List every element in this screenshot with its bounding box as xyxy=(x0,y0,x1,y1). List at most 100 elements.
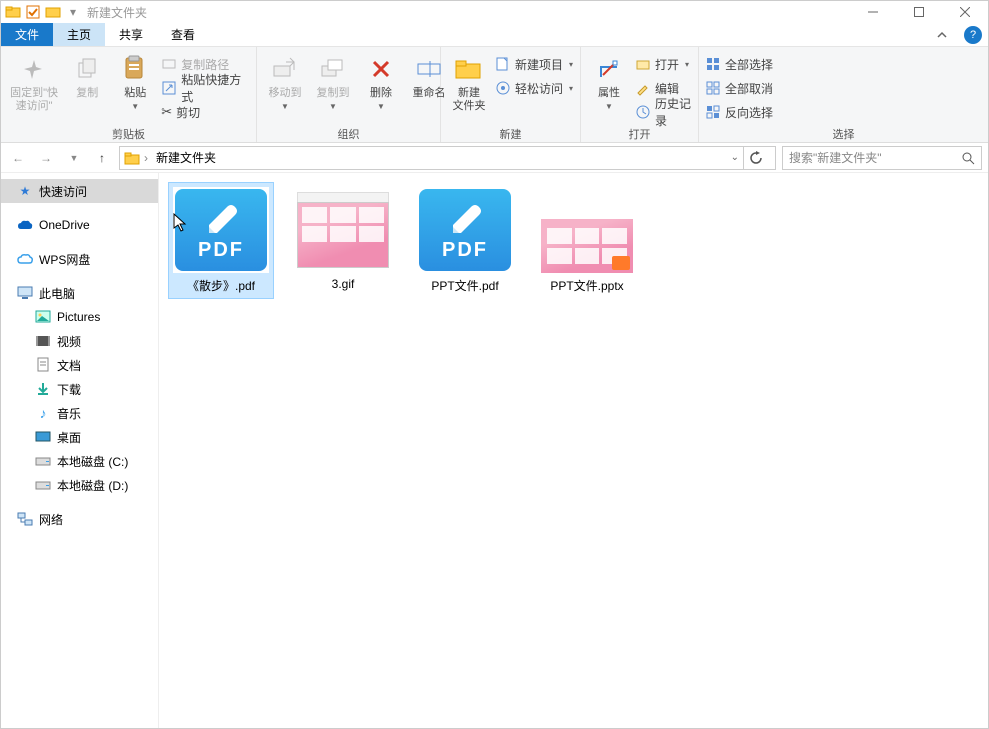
title-bar: ▾ 新建文件夹 xyxy=(1,1,988,23)
quick-access-toolbar: ▾ xyxy=(5,4,81,20)
tab-view[interactable]: 查看 xyxy=(157,23,209,46)
file-item[interactable]: 3.gif xyxy=(291,183,395,295)
invert-icon xyxy=(705,104,721,120)
sidebar-item-downloads[interactable]: 下载 xyxy=(1,377,158,401)
sidebar-item-disk-c[interactable]: 本地磁盘 (C:) xyxy=(1,449,158,473)
sidebar-item-desktop[interactable]: 桌面 xyxy=(1,425,158,449)
cursor-icon xyxy=(173,213,187,233)
folder-yellow-icon[interactable] xyxy=(45,4,61,20)
file-label: PPT文件.pptx xyxy=(550,277,623,294)
open-button[interactable]: 打开▾ xyxy=(635,53,692,75)
scissors-icon xyxy=(161,104,172,120)
sidebar-item-quick-access[interactable]: ★ 快速访问 xyxy=(1,179,158,203)
nav-up-button[interactable]: ↑ xyxy=(91,147,113,169)
ribbon-tabs: 文件 主页 共享 查看 ? xyxy=(1,23,988,47)
pptx-thumbnail xyxy=(541,219,633,273)
gif-thumbnail xyxy=(297,202,389,268)
invert-selection-button[interactable]: 反向选择 xyxy=(705,101,773,123)
sidebar-item-network[interactable]: 网络 xyxy=(1,507,158,531)
nav-back-button[interactable]: ← xyxy=(7,147,29,169)
tab-file[interactable]: 文件 xyxy=(1,23,53,46)
group-label-clipboard: 剪贴板 xyxy=(1,126,256,142)
new-folder-button[interactable]: 新建 文件夹 xyxy=(447,51,491,115)
sidebar-item-this-pc[interactable]: 此电脑 xyxy=(1,281,158,305)
sidebar-item-wps[interactable]: WPS网盘 xyxy=(1,247,158,271)
move-to-icon xyxy=(269,53,301,85)
breadcrumb-separator[interactable]: › xyxy=(144,151,148,165)
group-label-select: 选择 xyxy=(699,126,988,142)
history-button[interactable]: 历史记录 xyxy=(635,101,692,123)
star-icon: ★ xyxy=(17,183,33,199)
tab-share[interactable]: 共享 xyxy=(105,23,157,46)
search-input[interactable]: 搜索"新建文件夹" xyxy=(782,146,982,170)
select-all-button[interactable]: 全部选择 xyxy=(705,53,773,75)
address-dropdown-icon[interactable]: ⌄ xyxy=(731,152,739,163)
ribbon-group-clipboard: 固定到"快 速访问" 复制 粘贴 ▼ 复制路径 粘贴快捷方式 xyxy=(1,47,257,142)
easy-access-button[interactable]: 轻松访问▾ xyxy=(495,77,573,99)
sidebar-item-pictures[interactable]: Pictures xyxy=(1,305,158,329)
paste-shortcut-button[interactable]: 粘贴快捷方式 xyxy=(161,77,250,99)
pen-icon xyxy=(201,199,241,239)
pin-icon xyxy=(18,53,50,85)
pin-to-quick-access-button[interactable]: 固定到"快 速访问" xyxy=(7,51,61,115)
refresh-button[interactable] xyxy=(743,146,767,170)
file-item[interactable]: PPT文件.pptx xyxy=(535,183,639,298)
sidebar-item-onedrive[interactable]: OneDrive xyxy=(1,213,158,237)
sidebar-item-disk-d[interactable]: 本地磁盘 (D:) xyxy=(1,473,158,497)
file-label: PPT文件.pdf xyxy=(431,277,498,294)
history-icon xyxy=(635,104,651,120)
path-icon xyxy=(161,56,177,72)
sidebar-item-documents[interactable]: 文档 xyxy=(1,353,158,377)
nav-forward-button[interactable]: → xyxy=(35,147,57,169)
sidebar-item-music[interactable]: ♪ 音乐 xyxy=(1,401,158,425)
close-button[interactable] xyxy=(942,1,988,23)
delete-button[interactable]: 删除▼ xyxy=(359,51,403,113)
pictures-icon xyxy=(35,309,51,325)
address-bar-row: ← → ▼ ↑ › 新建文件夹 ⌄ 搜索"新建文件夹" xyxy=(1,143,988,173)
copy-icon xyxy=(71,53,103,85)
ribbon-group-organize: 移动到▼ 复制到▼ 删除▼ 重命名 组织 xyxy=(257,47,441,142)
pen-icon xyxy=(445,199,485,239)
qat-overflow-icon[interactable]: ▾ xyxy=(65,4,81,20)
edit-icon xyxy=(635,80,651,96)
file-label: 《散步》.pdf xyxy=(187,277,255,294)
copy-button[interactable]: 复制 xyxy=(65,51,109,102)
search-icon[interactable] xyxy=(961,151,975,165)
pdf-thumbnail: PDF xyxy=(175,189,267,271)
select-all-icon xyxy=(705,56,721,72)
help-button[interactable]: ? xyxy=(964,26,982,44)
window-title: 新建文件夹 xyxy=(87,4,147,21)
properties-icon xyxy=(593,53,625,85)
video-icon xyxy=(35,333,51,349)
shortcut-icon xyxy=(161,80,177,96)
copy-to-button[interactable]: 复制到▼ xyxy=(311,51,355,113)
breadcrumb-seg-1[interactable]: 新建文件夹 xyxy=(152,149,220,166)
new-item-icon xyxy=(495,56,511,72)
move-to-button[interactable]: 移动到▼ xyxy=(263,51,307,113)
new-item-button[interactable]: 新建项目▾ xyxy=(495,53,573,75)
tab-home[interactable]: 主页 xyxy=(53,23,105,46)
paste-button[interactable]: 粘贴 ▼ xyxy=(113,51,157,113)
pdf-thumbnail: PDF xyxy=(419,189,511,271)
new-folder-icon xyxy=(453,53,485,85)
nav-recent-button[interactable]: ▼ xyxy=(63,147,85,169)
file-view[interactable]: PDF 《散步》.pdf 3.gif xyxy=(159,173,988,728)
pc-icon xyxy=(17,285,33,301)
folder-small-icon xyxy=(5,4,21,20)
file-item[interactable]: PDF 《散步》.pdf xyxy=(169,183,273,298)
cut-button[interactable]: 剪切 xyxy=(161,101,250,123)
select-none-button[interactable]: 全部取消 xyxy=(705,77,773,99)
minimize-button[interactable] xyxy=(850,1,896,23)
open-icon xyxy=(635,56,651,72)
file-item[interactable]: PDF PPT文件.pdf xyxy=(413,183,517,298)
properties-button[interactable]: 属性▼ xyxy=(587,51,631,113)
pdf-badge: PDF xyxy=(198,239,244,262)
nav-tree[interactable]: ★ 快速访问 OneDrive WPS网盘 此电脑 Pictures 视频 文档 xyxy=(1,173,159,728)
sidebar-item-videos[interactable]: 视频 xyxy=(1,329,158,353)
ribbon: 固定到"快 速访问" 复制 粘贴 ▼ 复制路径 粘贴快捷方式 xyxy=(1,47,988,143)
ribbon-collapse-button[interactable] xyxy=(936,29,958,41)
address-bar[interactable]: › 新建文件夹 ⌄ xyxy=(119,146,776,170)
qat-checkbox-icon[interactable] xyxy=(25,4,41,20)
paste-icon xyxy=(119,53,151,85)
maximize-button[interactable] xyxy=(896,1,942,23)
